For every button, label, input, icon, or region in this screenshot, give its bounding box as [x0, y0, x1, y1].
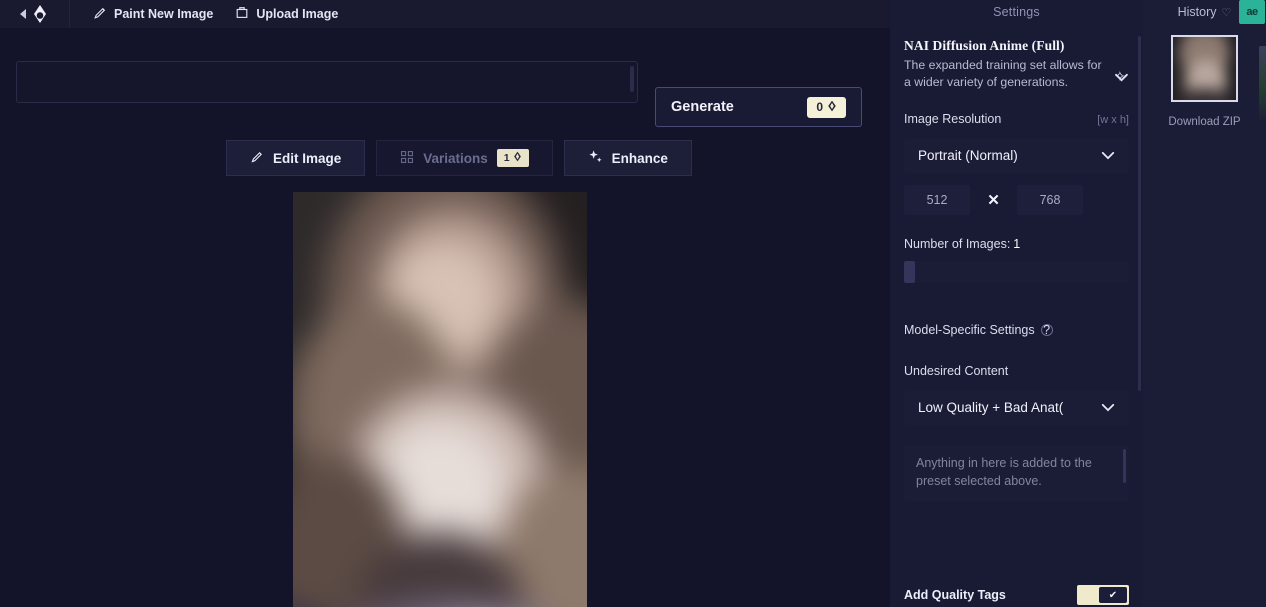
model-name: NAI Diffusion Anime (Full)	[904, 38, 1065, 53]
generate-label: Generate	[671, 99, 734, 115]
undesired-content-preset-value: Low Quality + Bad Anat(	[918, 400, 1064, 416]
height-input[interactable]	[1017, 184, 1083, 215]
tab-variations-label: Variations	[423, 150, 488, 166]
add-quality-tags-toggle[interactable]: ✔	[1077, 585, 1129, 605]
sidebar-collapse-icon[interactable]	[20, 9, 26, 19]
brush-icon	[93, 6, 107, 23]
width-input[interactable]	[904, 184, 970, 215]
panel-edge-indicator[interactable]	[1259, 46, 1266, 120]
upload-icon	[235, 6, 249, 23]
generate-cost-value: 0	[816, 100, 823, 114]
settings-panel: Settings NAI Diffusion Anime (Full) The …	[890, 0, 1143, 607]
paint-new-image-button[interactable]: Paint New Image	[84, 1, 222, 28]
history-panel: History ♡ ae Download ZIP	[1143, 0, 1266, 607]
chevron-down-icon	[1101, 148, 1115, 163]
anlas-icon	[827, 100, 837, 115]
paint-new-image-label: Paint New Image	[114, 7, 214, 21]
settings-title: Settings	[993, 5, 1040, 19]
add-quality-tags-label: Add Quality Tags	[904, 588, 1006, 602]
undesired-content-placeholder: Anything in here is added to the preset …	[916, 455, 1092, 489]
generate-area: Generate 0	[655, 87, 862, 127]
prompt-area	[16, 61, 638, 103]
tab-edit-image-label: Edit Image	[273, 150, 342, 166]
undesired-content-textarea[interactable]: Anything in here is added to the preset …	[904, 444, 1129, 501]
history-title: History	[1177, 5, 1217, 19]
anlas-icon	[513, 151, 522, 165]
tab-variations-badge: 1	[496, 149, 529, 167]
question-mark-icon[interactable]: ?	[1040, 323, 1053, 337]
number-of-images-text: Number of Images:	[904, 236, 1011, 251]
slider-handle[interactable]	[904, 260, 915, 283]
model-specific-settings-label: Model-Specific Settings	[904, 322, 1035, 337]
model-description: The expanded training set allows for a w…	[904, 58, 1102, 90]
upload-image-button[interactable]: Upload Image	[226, 1, 347, 28]
tab-variations-badge-value: 1	[503, 152, 510, 164]
chevron-down-icon[interactable]: ✧	[1114, 38, 1129, 84]
heart-icon[interactable]: ♡	[1222, 6, 1232, 19]
image-resolution-label: Image Resolution	[904, 111, 1002, 126]
pencil-icon	[250, 150, 264, 167]
generate-button[interactable]: Generate 0	[655, 87, 862, 127]
generated-image-preview[interactable]	[293, 192, 587, 607]
main-workspace: Generate 0 Edit Image Variations 1 Enhan…	[0, 28, 890, 607]
resolution-preset-select[interactable]: Portrait (Normal)	[904, 138, 1129, 173]
download-zip-button[interactable]: Download ZIP	[1143, 116, 1266, 128]
tab-enhance[interactable]: Enhance	[563, 140, 692, 176]
number-of-images-slider[interactable]	[904, 260, 1129, 283]
tab-variations[interactable]: Variations 1	[376, 140, 553, 176]
undesired-content-label: Undesired Content	[904, 363, 1009, 378]
history-thumbnail[interactable]	[1171, 35, 1238, 102]
number-of-images-label: Number of Images: 1	[904, 237, 1129, 251]
undesired-content-preset-select[interactable]: Low Quality + Bad Anat(	[904, 390, 1129, 425]
model-text: NAI Diffusion Anime (Full) The expanded …	[904, 38, 1108, 92]
generate-cost-badge: 0	[807, 96, 846, 118]
quality-tags-row: Add Quality Tags ✔	[904, 585, 1129, 605]
browser-extension-badge[interactable]: ae	[1239, 0, 1265, 24]
novelai-image-generation-app: Paint New Image Upload Image Anlas: 9482	[0, 0, 1266, 607]
upload-image-label: Upload Image	[256, 7, 339, 21]
dimension-separator-icon: ✕	[987, 191, 1000, 209]
toggle-check-icon: ✔	[1099, 587, 1127, 603]
tab-edit-image[interactable]: Edit Image	[226, 140, 366, 176]
grid-icon	[400, 150, 414, 167]
model-selector[interactable]: NAI Diffusion Anime (Full) The expanded …	[904, 38, 1129, 92]
image-blur-layer	[293, 192, 587, 607]
sparkles-icon	[588, 149, 603, 167]
resolution-preset-value: Portrait (Normal)	[918, 148, 1018, 164]
top-toolbar: Paint New Image Upload Image	[0, 0, 890, 28]
logo-zone	[0, 0, 70, 28]
model-specific-settings-header: Model-Specific Settings ?	[904, 323, 1129, 337]
novelai-nib-logo[interactable]	[31, 4, 49, 24]
top-actions: Paint New Image Upload Image	[84, 1, 347, 28]
tab-enhance-label: Enhance	[611, 150, 668, 166]
resolution-dimensions: ✕	[904, 184, 1129, 215]
number-of-images-value: 1	[1013, 236, 1021, 251]
history-thumbnail-image	[1173, 37, 1236, 100]
image-tool-tabs: Edit Image Variations 1 Enhance	[226, 140, 692, 176]
image-resolution-header: Image Resolution [w x h]	[904, 92, 1129, 126]
chevron-down-icon	[1101, 400, 1115, 415]
prompt-input[interactable]	[16, 61, 638, 103]
settings-scrollbar[interactable]	[1138, 36, 1141, 391]
image-resolution-hint: [w x h]	[1097, 113, 1129, 126]
